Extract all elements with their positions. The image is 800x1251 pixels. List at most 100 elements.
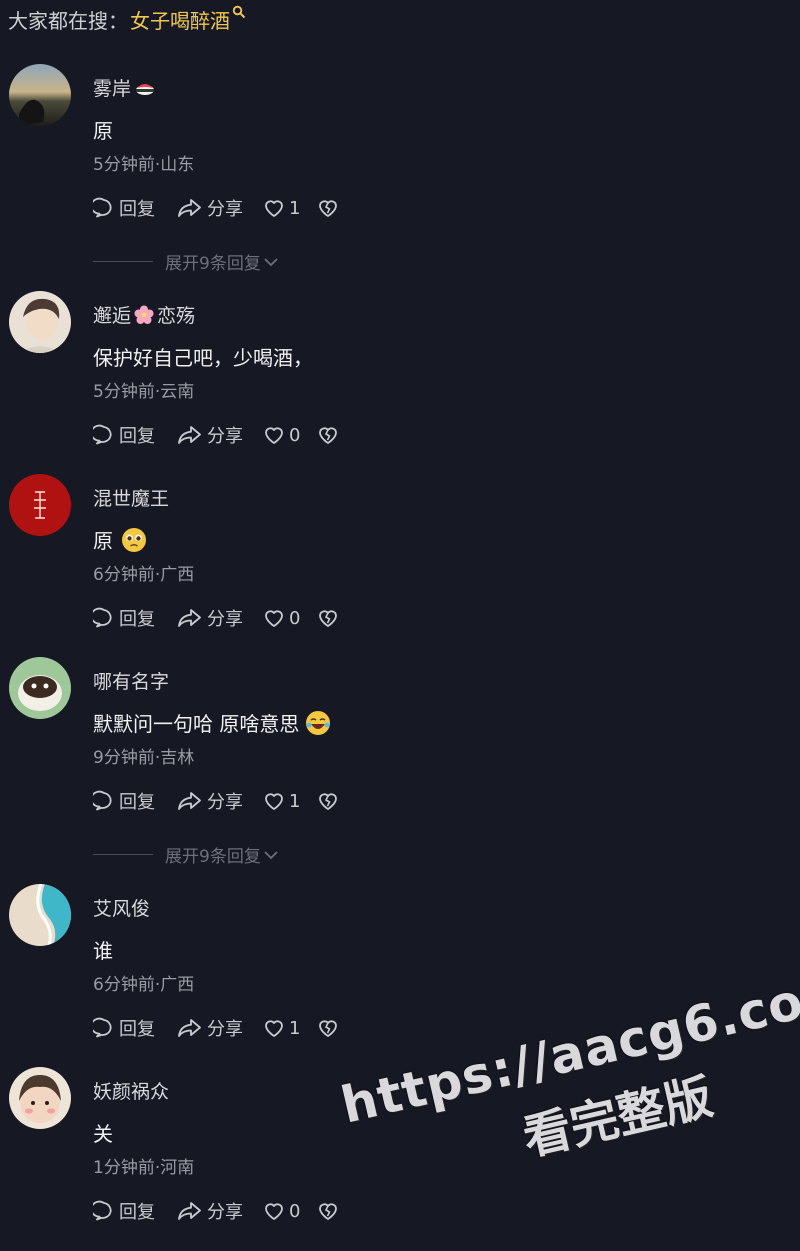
reply-label: 回复 — [119, 792, 155, 813]
heart-icon — [265, 427, 283, 444]
avatar[interactable] — [9, 64, 71, 126]
comment-bubble-icon — [93, 1017, 112, 1038]
comment-meta: 5分钟前·云南 — [93, 382, 195, 402]
dislike-button[interactable] — [317, 197, 343, 219]
comment-text-body: 默默问一句哈 原啥意思 — [93, 712, 300, 736]
avatar[interactable] — [9, 657, 71, 719]
share-arrow-icon — [178, 609, 201, 627]
username[interactable]: 雾岸 — [93, 74, 156, 101]
username[interactable]: 妖颜祸众 — [93, 1077, 169, 1104]
reply-button[interactable]: 回复 — [93, 788, 157, 814]
broken-heart-icon — [319, 1203, 337, 1220]
like-button[interactable]: 1 — [263, 790, 317, 812]
like-button[interactable]: 1 — [263, 1017, 317, 1039]
avatar[interactable] — [9, 291, 71, 353]
laughing-tears-emoji-icon — [306, 710, 331, 735]
comment-meta: 9分钟前·吉林 — [93, 748, 195, 768]
share-button[interactable]: 分享 — [177, 1015, 261, 1041]
heart-icon — [265, 610, 283, 627]
comment-meta: 1分钟前·河南 — [93, 1158, 195, 1178]
search-suggestion-bar[interactable]: 大家都在搜： 女子喝醉酒 — [8, 4, 246, 34]
reply-label: 回复 — [119, 1019, 155, 1040]
pleading-face-emoji-icon — [122, 527, 146, 552]
sushi-emoji-icon — [136, 83, 155, 95]
broken-heart-icon — [319, 793, 337, 810]
comment-actions: 回复 分享 0 — [93, 606, 343, 630]
reply-button[interactable]: 回复 — [93, 605, 157, 631]
watermark: https://aacg6.com 看完整版 — [320, 904, 800, 1224]
like-count: 1 — [289, 790, 301, 812]
share-button[interactable]: 分享 — [177, 788, 261, 814]
avatar[interactable] — [9, 474, 71, 536]
comment-meta: 6分钟前·广西 — [93, 975, 195, 995]
comment-text: 原 — [93, 525, 147, 554]
comment-actions: 回复 分享 0 — [93, 1199, 343, 1223]
like-count: 1 — [289, 1017, 301, 1039]
flower-emoji-icon — [134, 305, 154, 324]
heart-icon — [265, 1203, 283, 1220]
share-arrow-icon — [178, 792, 201, 810]
reply-button[interactable]: 回复 — [93, 1198, 157, 1224]
comment-text: 关 — [93, 1122, 113, 1146]
share-button[interactable]: 分享 — [177, 1198, 261, 1224]
broken-heart-icon — [319, 427, 337, 444]
share-button[interactable]: 分享 — [177, 195, 261, 221]
like-button[interactable]: 0 — [263, 607, 317, 629]
comment-actions: 回复 分享 0 — [93, 423, 343, 447]
username-text: 雾岸 — [93, 78, 132, 100]
like-button[interactable]: 0 — [263, 1200, 317, 1222]
comment-bubble-icon — [93, 424, 112, 445]
comment-text: 保护好自己吧，少喝酒， — [93, 346, 313, 370]
comment-bubble-icon — [93, 607, 112, 628]
heart-icon — [265, 1020, 283, 1037]
broken-heart-icon — [319, 610, 337, 627]
username-text: 哪有名字 — [93, 671, 170, 693]
avatar[interactable] — [9, 884, 71, 946]
expand-replies-button[interactable]: 展开9条回复 — [93, 842, 279, 867]
reply-button[interactable]: 回复 — [93, 195, 157, 221]
share-arrow-icon — [178, 199, 201, 217]
share-arrow-icon — [178, 1202, 201, 1220]
username[interactable]: 混世魔王 — [93, 484, 169, 511]
dislike-button[interactable] — [317, 1017, 343, 1039]
search-suggestion-prefix: 大家都在搜： — [8, 8, 128, 33]
search-suggestion-term[interactable]: 女子喝醉酒 — [130, 5, 230, 34]
like-count: 0 — [289, 607, 301, 629]
like-button[interactable]: 1 — [263, 197, 317, 219]
divider-line — [93, 261, 153, 262]
username-text: 邂逅 — [93, 305, 132, 327]
reply-label: 回复 — [119, 609, 155, 630]
share-label: 分享 — [207, 199, 243, 220]
dislike-button[interactable] — [317, 424, 343, 446]
share-label: 分享 — [207, 792, 243, 813]
username[interactable]: 哪有名字 — [93, 667, 169, 694]
like-count: 1 — [289, 197, 301, 219]
dislike-button[interactable] — [317, 1200, 343, 1222]
chevron-down-icon — [264, 257, 278, 266]
comment-text: 默默问一句哈 原啥意思 — [93, 708, 331, 737]
heart-icon — [265, 200, 283, 217]
share-button[interactable]: 分享 — [177, 605, 261, 631]
expand-replies-button[interactable]: 展开9条回复 — [93, 249, 279, 274]
avatar[interactable] — [9, 1067, 71, 1129]
username[interactable]: 艾风俊 — [93, 894, 150, 921]
comment-actions: 回复 分享 1 — [93, 789, 343, 813]
broken-heart-icon — [319, 200, 337, 217]
broken-heart-icon — [319, 1020, 337, 1037]
reply-button[interactable]: 回复 — [93, 1015, 157, 1041]
reply-label: 回复 — [119, 426, 155, 447]
username[interactable]: 邂逅 恋殇 — [93, 301, 195, 328]
reply-button[interactable]: 回复 — [93, 422, 157, 448]
search-icon — [232, 5, 246, 19]
dislike-button[interactable] — [317, 790, 343, 812]
chevron-down-icon — [264, 850, 278, 859]
like-button[interactable]: 0 — [263, 424, 317, 446]
dislike-button[interactable] — [317, 607, 343, 629]
watermark-url: https://aacg6.com — [335, 960, 800, 1135]
comment-text: 原 — [93, 119, 113, 143]
username-text: 艾风俊 — [93, 898, 151, 920]
comment-actions: 回复 分享 1 — [93, 196, 343, 220]
reply-label: 回复 — [119, 199, 155, 220]
share-button[interactable]: 分享 — [177, 422, 261, 448]
share-label: 分享 — [207, 426, 243, 447]
